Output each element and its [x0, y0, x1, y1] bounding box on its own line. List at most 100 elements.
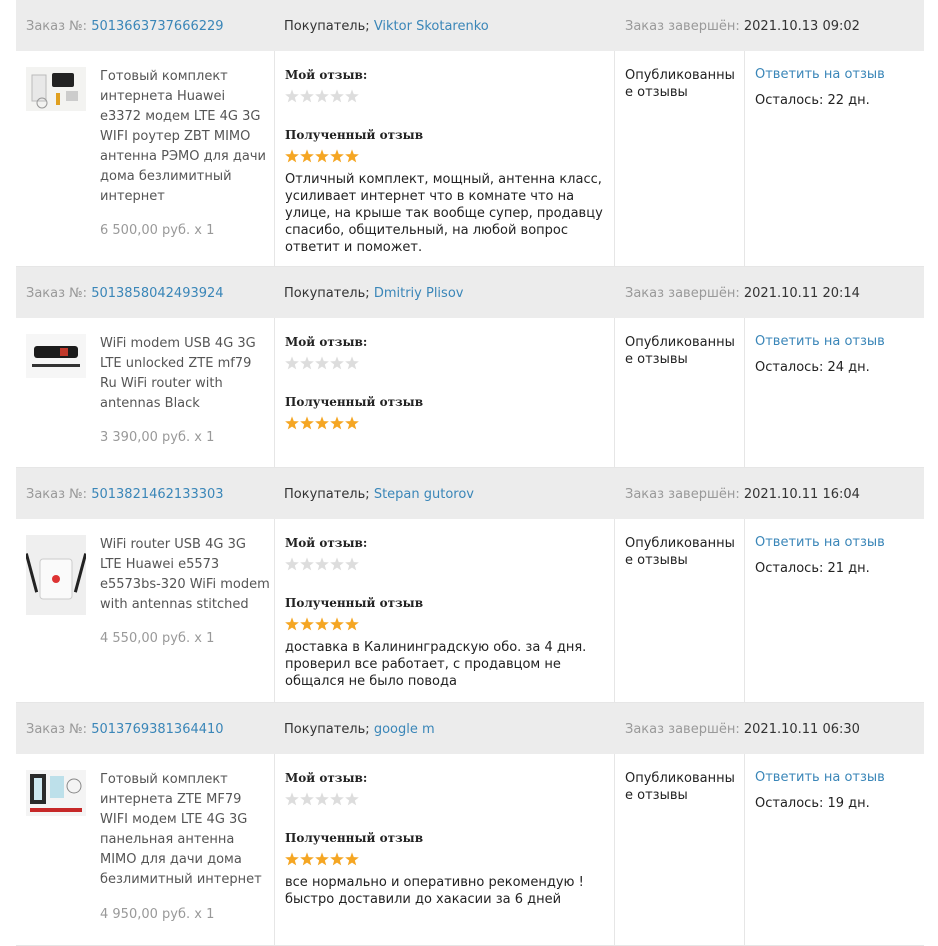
received-review-stars — [285, 416, 361, 430]
action-cell: Ответить на отзыв Осталось: 24 дн. — [744, 318, 925, 467]
review-cell: Мой отзыв: Полученный отзыв Отличный ком… — [274, 51, 615, 266]
product-price: 4 550,00 руб. x 1 — [100, 631, 215, 646]
star-filled-icon — [330, 617, 344, 631]
star-filled-icon — [330, 416, 344, 430]
star-empty-icon[interactable] — [300, 792, 314, 806]
days-left: Осталось: 22 дн. — [755, 93, 870, 108]
panel-antenna-kit-thumbnail[interactable] — [26, 770, 86, 816]
product-title[interactable]: WiFi router USB 4G 3G LTE Huawei e5573 e… — [100, 535, 270, 615]
buyer-link[interactable]: Stepan gutorov — [374, 487, 474, 502]
action-cell: Ответить на отзыв Осталось: 22 дн. — [744, 51, 925, 266]
star-empty-icon[interactable] — [345, 792, 359, 806]
product-title[interactable]: WiFi modem USB 4G 3G LTE unlocked ZTE mf… — [100, 334, 270, 414]
star-filled-icon — [285, 617, 299, 631]
review-cell: Мой отзыв: Полученный отзыв доставка в К… — [274, 519, 615, 702]
order-header: Заказ №: 5013663737666229 Покупатель; Vi… — [16, 0, 924, 51]
my-review-label: Мой отзыв: — [285, 335, 368, 349]
wifi-router-thumbnail[interactable] — [26, 535, 86, 615]
star-filled-icon — [315, 416, 329, 430]
star-filled-icon — [345, 852, 359, 866]
order-header: Заказ №: 5013769381364410 Покупатель; go… — [16, 703, 924, 754]
star-empty-icon[interactable] — [315, 89, 329, 103]
star-empty-icon[interactable] — [315, 356, 329, 370]
star-filled-icon — [300, 617, 314, 631]
star-filled-icon — [330, 852, 344, 866]
star-empty-icon[interactable] — [330, 557, 344, 571]
order-body: WiFi router USB 4G 3G LTE Huawei e5573 e… — [16, 519, 924, 703]
reply-to-review-link[interactable]: Ответить на отзыв — [755, 334, 885, 349]
my-review-stars[interactable] — [285, 557, 361, 571]
buyer-link[interactable]: google m — [374, 722, 435, 737]
reply-to-review-link[interactable]: Ответить на отзыв — [755, 770, 885, 785]
order-body: Готовый комплект интернета Huawei e3372 … — [16, 51, 924, 267]
modem-kit-thumbnail[interactable] — [26, 67, 86, 111]
star-empty-icon[interactable] — [285, 557, 299, 571]
star-empty-icon[interactable] — [330, 89, 344, 103]
completed-date: 2021.10.11 06:30 — [743, 722, 860, 737]
star-empty-icon[interactable] — [300, 557, 314, 571]
star-empty-icon[interactable] — [300, 356, 314, 370]
completed-label: Заказ завершён: — [625, 722, 740, 737]
received-review-stars — [285, 852, 361, 866]
product-cell: WiFi modem USB 4G 3G LTE unlocked ZTE mf… — [16, 318, 274, 467]
star-empty-icon[interactable] — [285, 89, 299, 103]
star-filled-icon — [330, 149, 344, 163]
completed-label: Заказ завершён: — [625, 487, 740, 502]
order-header: Заказ №: 5013858042493924 Покупатель; Dm… — [16, 267, 924, 318]
reply-to-review-link[interactable]: Ответить на отзыв — [755, 535, 885, 550]
star-empty-icon[interactable] — [285, 792, 299, 806]
order-header: Заказ №: 5013821462133303 Покупатель; St… — [16, 468, 924, 519]
star-filled-icon — [315, 852, 329, 866]
star-filled-icon — [345, 416, 359, 430]
star-empty-icon[interactable] — [315, 557, 329, 571]
usb-modem-thumbnail[interactable] — [26, 334, 86, 378]
product-title[interactable]: Готовый комплект интернета ZTE MF79 WIFI… — [100, 770, 270, 890]
my-review-stars[interactable] — [285, 792, 361, 806]
received-review-label: Полученный отзыв — [285, 596, 424, 610]
my-review-stars[interactable] — [285, 89, 361, 103]
product-cell: WiFi router USB 4G 3G LTE Huawei e5573 e… — [16, 519, 274, 702]
star-empty-icon[interactable] — [345, 557, 359, 571]
completed-date: 2021.10.11 16:04 — [743, 487, 860, 502]
review-cell: Мой отзыв: Полученный отзыв — [274, 318, 615, 467]
days-left: Осталось: 19 дн. — [755, 796, 870, 811]
star-filled-icon — [345, 149, 359, 163]
star-empty-icon[interactable] — [330, 792, 344, 806]
order-number-link[interactable]: 5013769381364410 — [91, 722, 223, 737]
order-number-link[interactable]: 5013858042493924 — [91, 286, 223, 301]
reply-to-review-link[interactable]: Ответить на отзыв — [755, 67, 885, 82]
star-empty-icon[interactable] — [315, 792, 329, 806]
completed-date: 2021.10.13 09:02 — [743, 19, 860, 34]
star-empty-icon[interactable] — [300, 89, 314, 103]
buyer-link[interactable]: Dmitriy Plisov — [374, 286, 464, 301]
order-number-link[interactable]: 5013663737666229 — [91, 19, 223, 34]
star-filled-icon — [300, 416, 314, 430]
order-number-link[interactable]: 5013821462133303 — [91, 487, 223, 502]
buyer-label: Покупатель; — [284, 19, 370, 34]
status-cell: Опубликованные отзывы — [614, 519, 745, 702]
completed-date: 2021.10.11 20:14 — [743, 286, 860, 301]
order: Заказ №: 5013821462133303 Покупатель; St… — [16, 468, 924, 703]
star-empty-icon[interactable] — [345, 356, 359, 370]
star-filled-icon — [345, 617, 359, 631]
action-cell: Ответить на отзыв Осталось: 21 дн. — [744, 519, 925, 702]
order: Заказ №: 5013663737666229 Покупатель; Vi… — [16, 0, 924, 267]
published-status: Опубликованные отзывы — [625, 536, 735, 568]
status-cell: Опубликованные отзывы — [614, 51, 745, 266]
star-empty-icon[interactable] — [330, 356, 344, 370]
star-filled-icon — [285, 149, 299, 163]
star-filled-icon — [285, 852, 299, 866]
status-cell: Опубликованные отзывы — [614, 754, 745, 945]
days-left: Осталось: 24 дн. — [755, 360, 870, 375]
product-title[interactable]: Готовый комплект интернета Huawei e3372 … — [100, 67, 270, 207]
product-price: 6 500,00 руб. x 1 — [100, 223, 215, 238]
star-empty-icon[interactable] — [345, 89, 359, 103]
star-empty-icon[interactable] — [285, 356, 299, 370]
orders-list: Заказ №: 5013663737666229 Покупатель; Vi… — [16, 0, 924, 946]
received-review-stars — [285, 149, 361, 163]
buyer-link[interactable]: Viktor Skotarenko — [374, 19, 489, 34]
product-price: 3 390,00 руб. x 1 — [100, 430, 215, 445]
order-number-label: Заказ №: — [26, 286, 88, 301]
received-review-text: доставка в Калининградскую обо. за 4 дня… — [285, 640, 587, 689]
my-review-stars[interactable] — [285, 356, 361, 370]
